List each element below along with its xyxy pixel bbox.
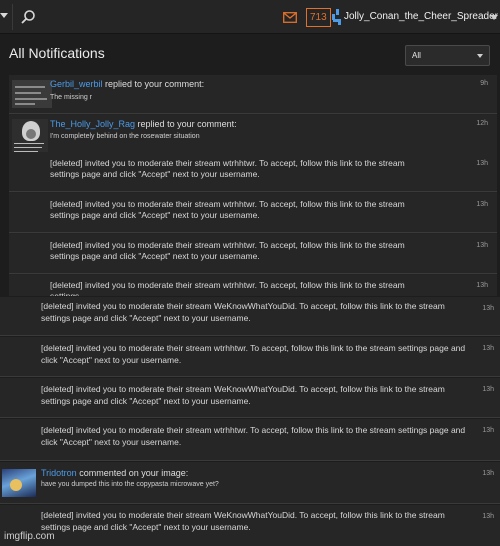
mail-icon[interactable] [283,12,297,23]
page-title: All Notifications [9,45,105,61]
list-item[interactable]: [deleted] invited you to moderate their … [0,505,500,546]
notification-text: [deleted] invited you to moderate their … [41,301,445,323]
notification-text: [deleted] invited you to moderate their … [50,158,405,179]
notification-time: 12h [476,120,488,127]
notification-time: 13h [482,305,494,312]
notification-user-link[interactable]: Gerbil_werbil [50,79,103,89]
list-item[interactable]: [deleted] invited you to moderate their … [9,234,497,274]
notification-filter-select[interactable]: All [405,45,490,66]
top-bar: 713 Jolly_Conan_the_Cheer_Spreader [0,0,500,34]
divider [12,4,13,30]
notification-action: commented on your image: [76,468,189,478]
username-link[interactable]: Jolly_Conan_the_Cheer_Spreader [344,11,498,22]
watermark: imgflip.com [4,531,55,542]
notification-time: 13h [476,160,488,167]
notification-time: 9h [480,80,488,87]
notification-text: [deleted] invited you to moderate their … [50,280,405,296]
list-item[interactable]: [deleted] invited you to moderate their … [0,337,500,377]
notification-action: replied to your comment: [102,79,205,89]
notification-time: 13h [482,513,494,520]
search-icon[interactable] [20,9,36,25]
notification-user-link[interactable]: Tridotron [41,468,77,478]
notification-text: [deleted] invited you to moderate their … [41,384,445,406]
notification-count-badge[interactable]: 713 [306,8,331,27]
notification-time: 13h [482,386,494,393]
notification-text: [deleted] invited you to moderate their … [50,240,405,261]
list-item[interactable]: The_Holly_Jolly_Rag replied to your comm… [9,115,497,153]
filter-selected-value: All [412,51,421,60]
menu-dropdown-icon[interactable] [0,13,8,18]
notification-snippet: The missing r [50,94,93,101]
image-thumbnail [2,469,36,497]
list-item[interactable]: [deleted] invited you to moderate their … [9,152,497,192]
notification-text: [deleted] invited you to moderate their … [41,510,445,532]
list-item[interactable]: [deleted] invited you to moderate their … [9,275,497,296]
notification-snippet: have you dumped this into the copypasta … [41,481,219,488]
notification-action: replied to your comment: [135,119,237,129]
notification-user-link[interactable]: The_Holly_Jolly_Rag [50,119,135,129]
user-avatar [12,119,48,153]
list-item[interactable]: Gerbil_werbil replied to your comment: T… [9,75,497,114]
notification-time: 13h [482,345,494,352]
notification-time: 13h [482,470,494,477]
comment-thumbnail [12,80,52,108]
notification-text: [deleted] invited you to moderate their … [41,343,466,365]
list-item[interactable]: [deleted] invited you to moderate their … [0,297,500,336]
notification-snippet: I'm completely behind on the rosewater s… [50,133,200,140]
chevron-down-icon [477,54,483,58]
list-item[interactable]: [deleted] invited you to moderate their … [0,419,500,461]
notification-time: 13h [482,427,494,434]
list-item[interactable]: Tridotron commented on your image: have … [0,462,500,504]
notification-time: 13h [476,242,488,249]
notification-time: 13h [476,201,488,208]
list-item[interactable]: [deleted] invited you to moderate their … [9,193,497,233]
list-item[interactable]: [deleted] invited you to moderate their … [0,378,500,418]
user-icon[interactable] [332,9,342,25]
notification-list: Gerbil_werbil replied to your comment: T… [9,75,497,296]
user-menu-caret-icon[interactable] [490,15,498,20]
notification-time: 13h [476,282,488,289]
notification-text: [deleted] invited you to moderate their … [50,199,405,220]
notification-text: [deleted] invited you to moderate their … [41,425,466,447]
